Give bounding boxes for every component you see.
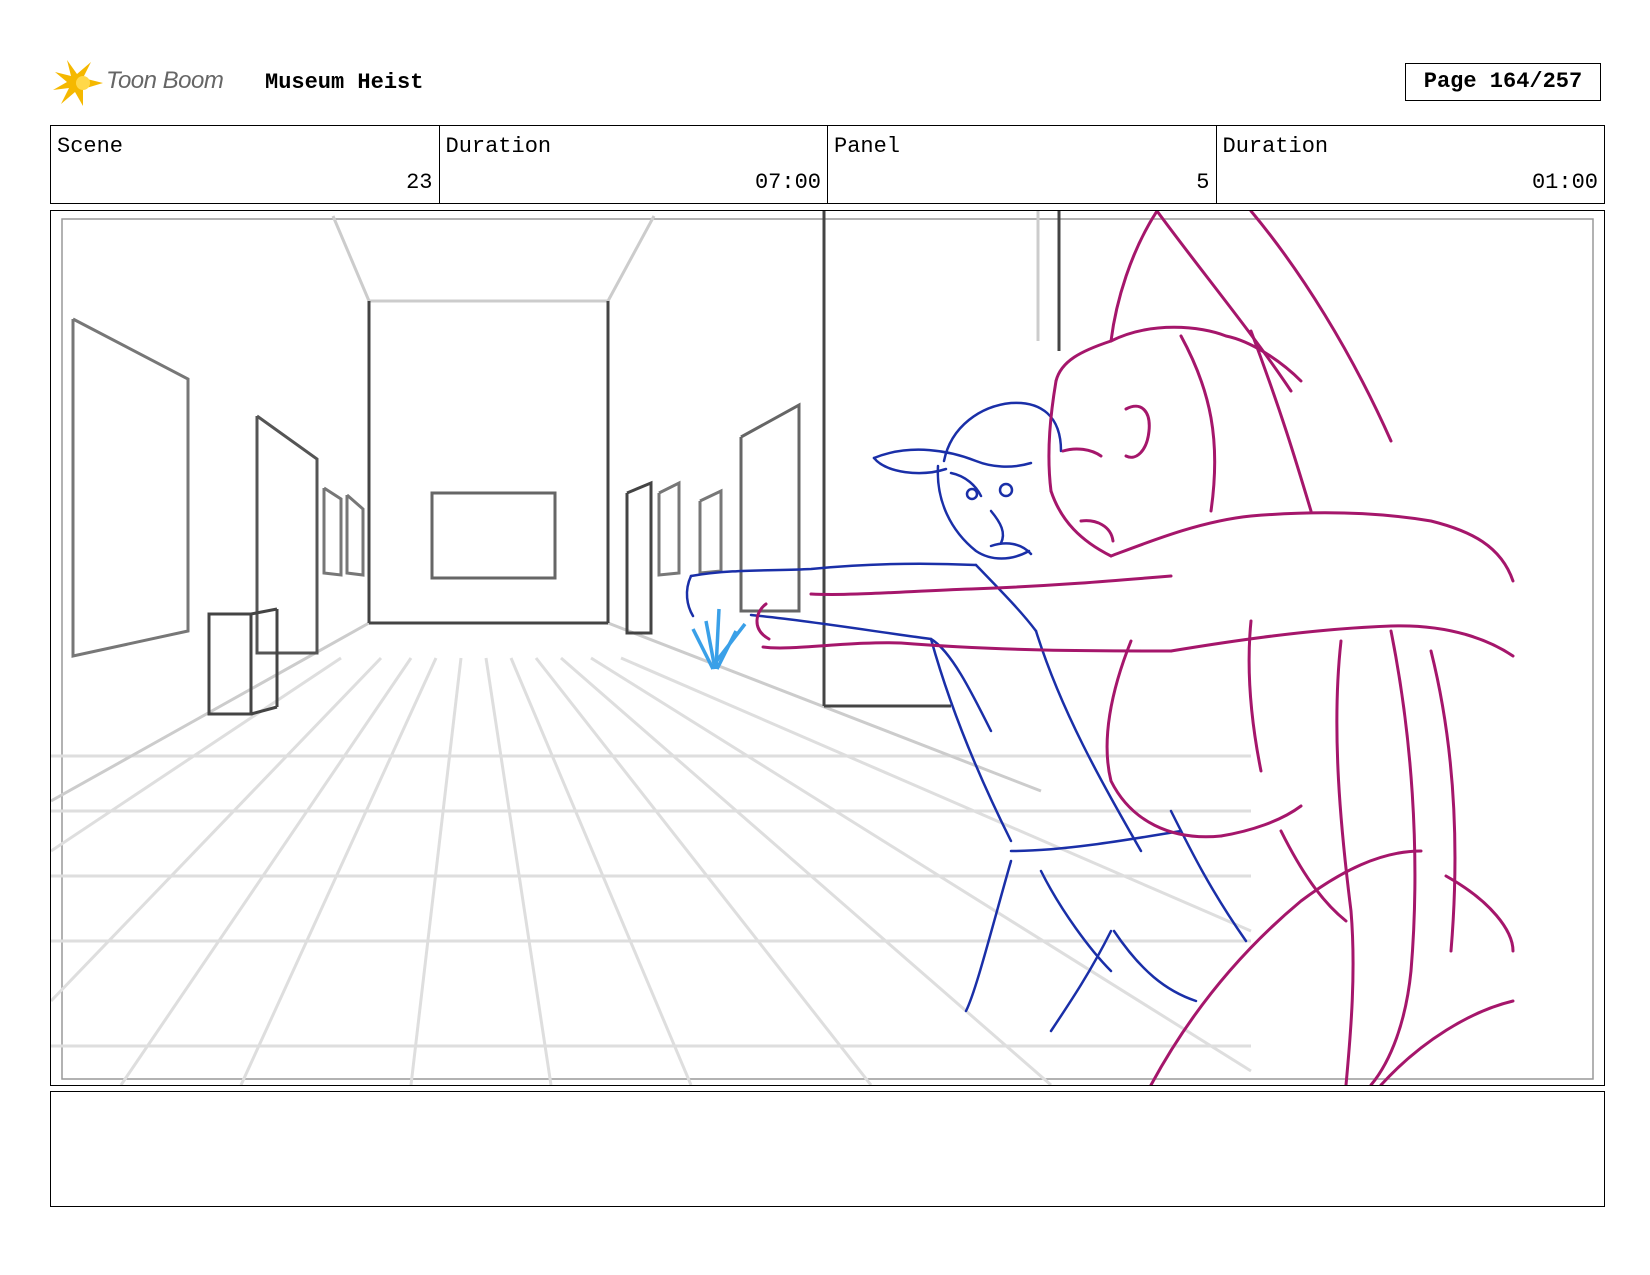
panel-duration-cell: Duration 01:00	[1217, 126, 1605, 203]
logo-text: Toon Boom	[106, 67, 224, 94]
guard-figure	[685, 401, 1248, 1033]
scene-duration-value: 07:00	[754, 170, 821, 195]
panel-label: Panel	[834, 134, 901, 159]
scene-label: Scene	[57, 134, 124, 159]
scene-duration-cell: Duration 07:00	[440, 126, 828, 203]
panel-value: 5	[1196, 170, 1210, 195]
toon-boom-logo: Toon Boom	[50, 55, 250, 110]
scene-info-table: Scene 23 Duration 07:00 Panel 5 Duration…	[50, 125, 1605, 204]
storyboard-panel	[50, 210, 1605, 1086]
panel-notes	[50, 1091, 1605, 1207]
panel-duration-label: Duration	[1222, 134, 1329, 159]
panel-cell: Panel 5	[828, 126, 1217, 203]
page-header: Toon Boom Museum Heist Page 164/257	[50, 55, 1605, 110]
safe-frame	[61, 218, 1594, 1080]
thief-figure	[755, 211, 1515, 1085]
gallery-walls	[71, 211, 1061, 716]
scene-value: 23	[406, 170, 433, 195]
page-number: Page 164/257	[1405, 63, 1601, 101]
scene-cell: Scene 23	[51, 126, 440, 203]
panel-duration-value: 01:00	[1531, 170, 1598, 195]
panel-sketch	[51, 211, 1594, 1085]
starburst-icon	[53, 60, 103, 106]
scene-duration-label: Duration	[445, 134, 552, 159]
ceiling-lines	[51, 215, 1042, 803]
project-title: Museum Heist	[265, 70, 424, 95]
